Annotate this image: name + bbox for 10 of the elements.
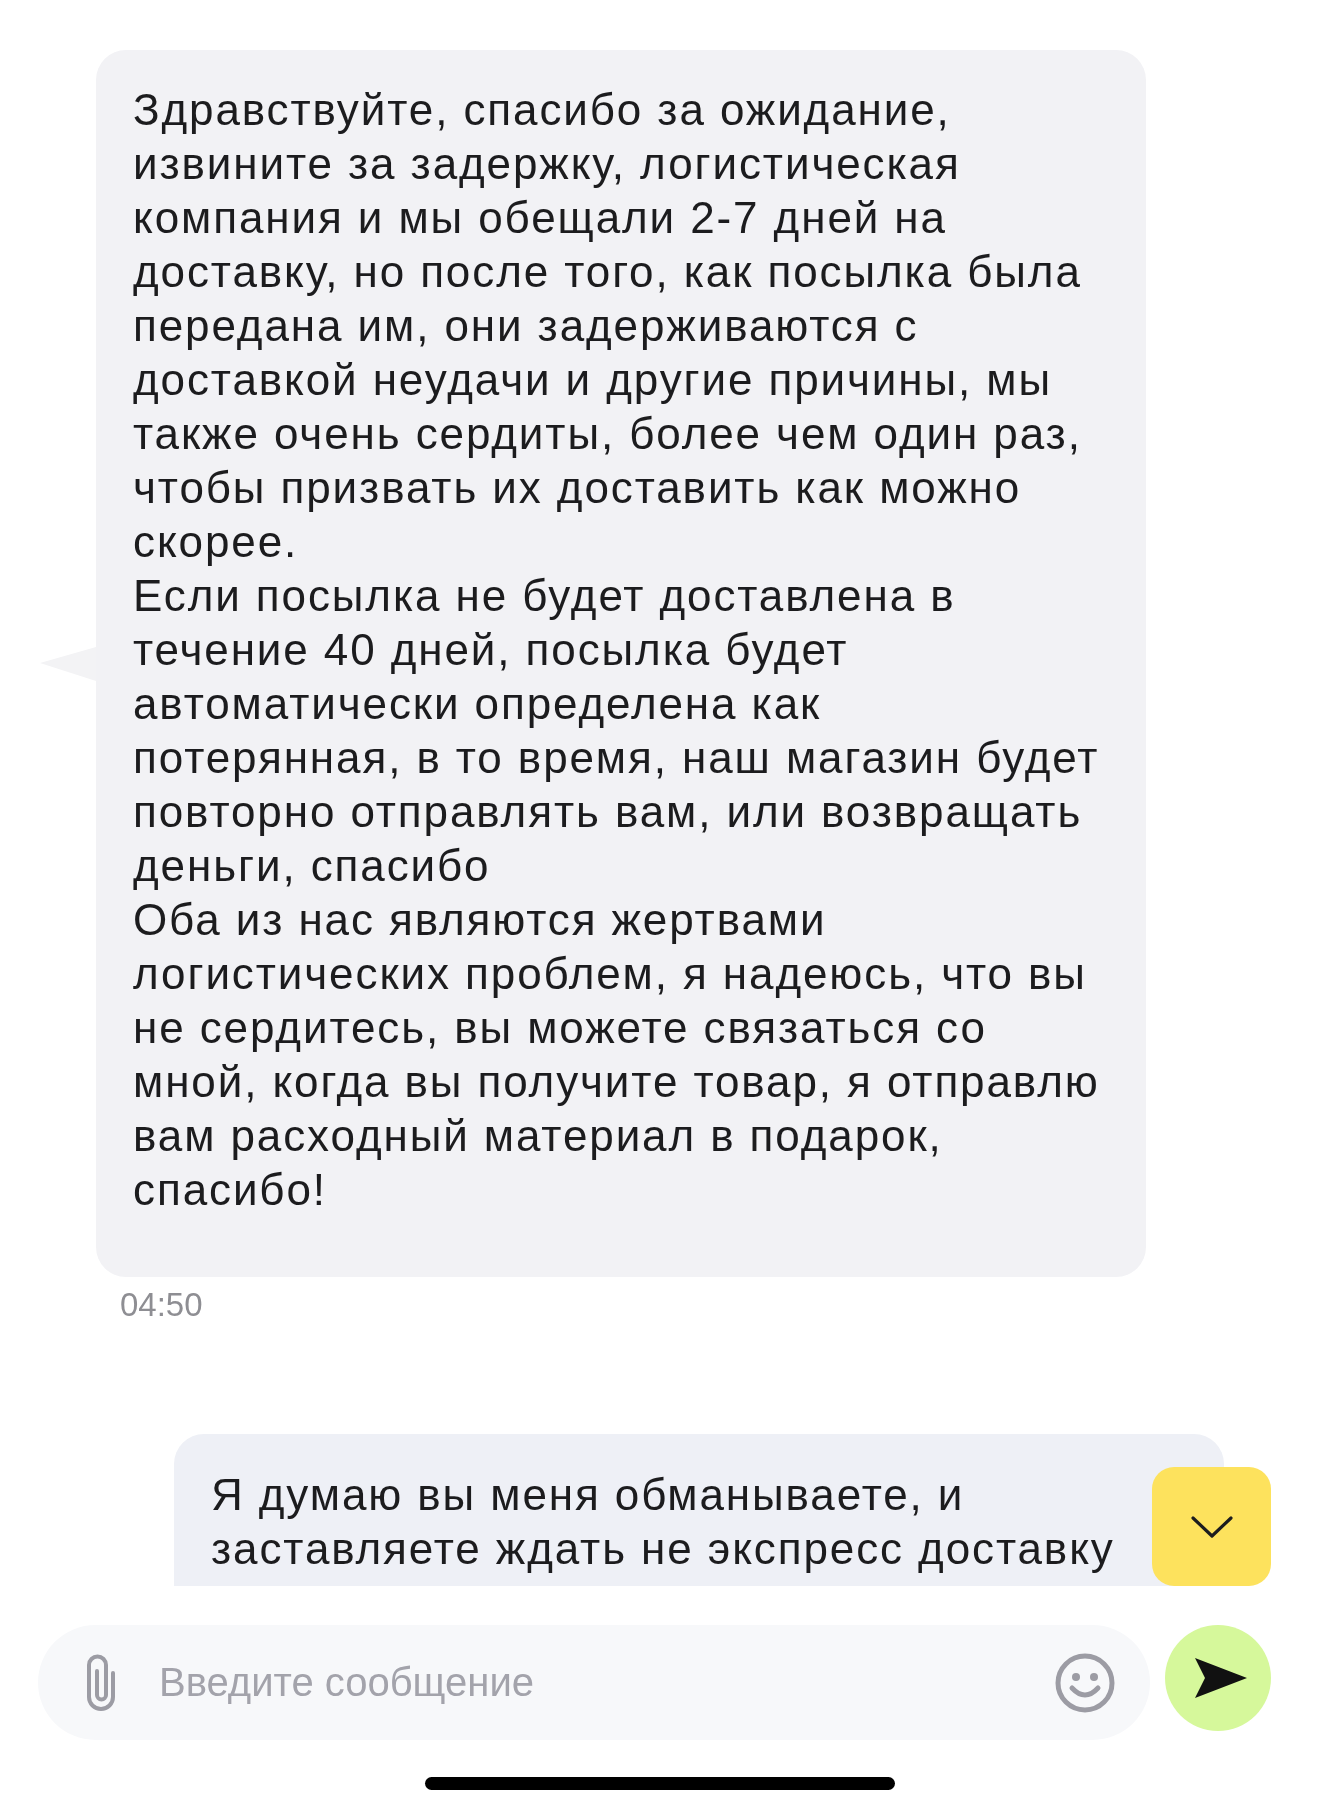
message-text: Если посылка не будет доставлена в течение 40 дней, посылка будет автоматически определена как потерянная, в то время, наш магазин будет повторно отправлять вам, или возвращать деньги, спасибо [133,570,1101,892]
send-icon [1195,1658,1247,1698]
message-time: 04:50 [120,1287,203,1323]
message-text: Здравствуйте, спасибо за ожидание, извините за задержку, логистическая компания и мы обещали 2-7 дней на доставку, но после того, как посылка была передана им, они задерживаются с доставкой неудачи и другие причины, мы также очень сердиты, более чем один раз, чтобы призвать их доставить как можно скорее. [133,84,1083,568]
message-text: Оба из нас являются жертвами логистических проблем, я надеюсь, что вы не сердитесь, вы можете связаться со мной, когда вы получите товар, я отправлю вам расходный материал в подарок, спасибо! [133,894,1101,1216]
chevron-down-icon [1189,1514,1234,1539]
smiley-icon [1055,1652,1115,1713]
message-input[interactable]: Введите сообщение [38,1625,1150,1740]
message-text: Я думаю вы меня обманываете, и заставляете ждать не экспресс доставку [211,1469,1116,1575]
emoji-button[interactable] [1055,1652,1115,1713]
